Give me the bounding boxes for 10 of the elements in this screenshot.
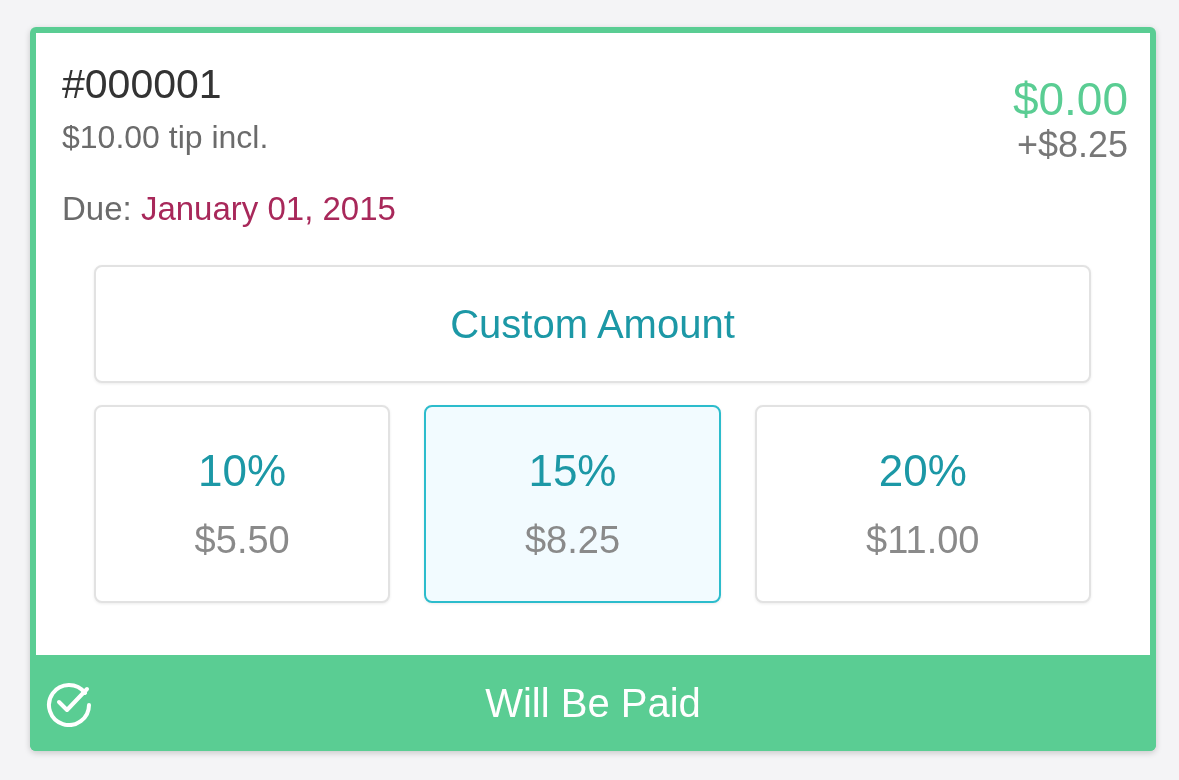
- tip-amount: +$8.25: [1015, 125, 1128, 165]
- tip-option-button[interactable]: 10% $5.50: [94, 405, 391, 603]
- status-label: Will Be Paid: [485, 680, 701, 727]
- invoice-number: #000001: [62, 61, 223, 107]
- tip-note: $10.00 tip incl.: [62, 118, 270, 157]
- custom-amount-button[interactable]: Custom Amount: [94, 265, 1091, 383]
- tip-option-button[interactable]: 20% $11.00: [754, 405, 1091, 603]
- due-date-text: Due: January 01, 2015: [62, 189, 396, 229]
- amount: $0.00: [1012, 73, 1128, 125]
- tip-option-button[interactable]: 15% $8.25: [424, 405, 721, 603]
